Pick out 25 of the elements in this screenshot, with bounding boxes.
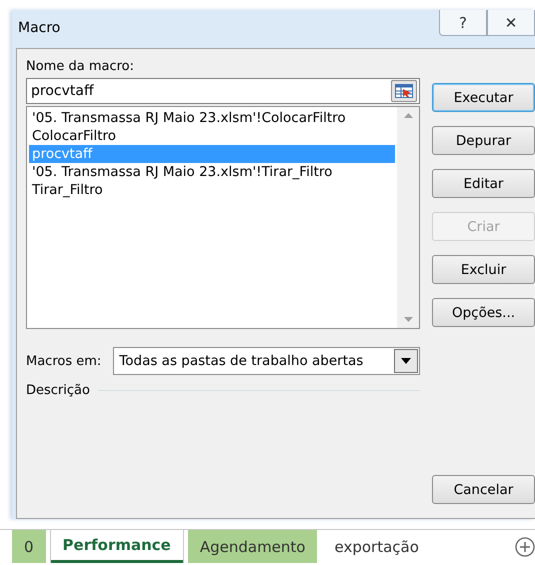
sheet-tab[interactable]: Agendamento xyxy=(188,530,318,564)
action-button[interactable]: Editar xyxy=(432,169,535,198)
macro-list-item[interactable]: ColocarFiltro xyxy=(29,127,395,145)
macro-list-item[interactable]: '05. Transmassa RJ Maio 23.xlsm'!Tirar_Filtro xyxy=(29,163,395,181)
macros-in-label: Macros em: xyxy=(26,354,102,368)
sheet-tab[interactable]: 0 xyxy=(12,530,46,564)
macro-list-item[interactable]: Tirar_Filtro xyxy=(29,181,395,199)
macro-name-label: Nome da macro: xyxy=(26,59,135,74)
range-select-icon[interactable] xyxy=(391,80,417,102)
macro-name-field[interactable]: procvtaff xyxy=(26,78,420,104)
window-title: Macro xyxy=(18,20,60,36)
macros-in-dropdown[interactable]: Todas as pastas de trabalho abertas xyxy=(113,347,420,375)
action-button[interactable]: Opções... xyxy=(432,298,535,327)
sheet-tab[interactable]: exportação xyxy=(322,530,431,564)
macro-list-item[interactable]: '05. Transmassa RJ Maio 23.xlsm'!ColocarFiltro xyxy=(29,109,395,127)
dropdown-arrow-icon xyxy=(401,358,411,364)
close-button[interactable]: ✕ xyxy=(487,10,535,36)
action-button[interactable]: Depurar xyxy=(432,126,535,155)
help-button[interactable]: ? xyxy=(439,10,487,36)
cancel-button[interactable]: Cancelar xyxy=(432,475,535,504)
add-sheet-icon[interactable] xyxy=(515,537,535,558)
action-button[interactable]: Excluir xyxy=(432,255,535,284)
description-label: Descrição xyxy=(26,383,90,398)
action-button[interactable]: Executar xyxy=(432,83,535,112)
sheet-tab[interactable]: Performance xyxy=(50,530,183,564)
